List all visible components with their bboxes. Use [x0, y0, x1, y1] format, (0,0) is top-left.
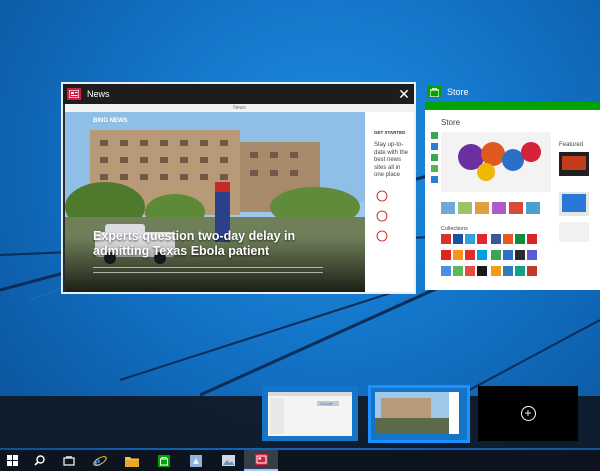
store-hero-banner: [441, 132, 551, 192]
taskbar: e: [0, 450, 600, 471]
desktop-1-preview: Google: [262, 386, 358, 441]
close-icon: ✕: [398, 85, 410, 102]
store-featured-tiles: [559, 152, 589, 242]
news-side-option-icons: [376, 190, 388, 255]
store-collections-label: Collections: [441, 226, 468, 232]
app-button-1[interactable]: [180, 450, 212, 471]
store-icon: [427, 86, 441, 98]
news-brand-label: BING NEWS: [93, 118, 128, 124]
news-hero-photo: [65, 112, 365, 292]
app-button-2[interactable]: [212, 450, 244, 471]
store-top-nav: [425, 102, 600, 110]
news-side-heading: GET STARTED: [374, 130, 406, 135]
news-button[interactable]: [244, 450, 278, 471]
store-collection-tiles: [441, 234, 537, 276]
store-page-title: Store: [441, 118, 461, 127]
store-window-thumbnail: Store Featured Collections: [425, 102, 600, 290]
news-side-panel: GET STARTED Stay up-to-date with the bes…: [370, 112, 414, 292]
task-view-icon: [63, 455, 75, 466]
news-article-summary: [93, 267, 323, 273]
news-window-title: News: [87, 89, 110, 99]
store-icon: [158, 454, 170, 467]
news-article-headline[interactable]: Experts question two-day delay in admitt…: [93, 229, 333, 259]
news-window-thumbnail: News BING NEWS Experts question two-day …: [65, 104, 414, 292]
store-game-tiles: [441, 202, 551, 225]
desktop-2-thumbnail[interactable]: [368, 385, 470, 443]
folder-icon: [125, 456, 139, 467]
search-icon: [33, 455, 45, 466]
news-icon: [67, 88, 81, 100]
internet-explorer-button[interactable]: e: [84, 450, 116, 471]
news-side-text: Stay up-to-date with the best news sites…: [374, 142, 409, 178]
desktop-2-preview: [371, 388, 467, 440]
desktop-1-thumbnail[interactable]: Google: [262, 386, 358, 441]
store-window-header: Store: [423, 82, 600, 102]
store-left-icons: [431, 132, 441, 197]
news-inner-titlebar: News: [65, 104, 414, 112]
app-tile-icon: [190, 454, 202, 467]
start-button[interactable]: [0, 450, 24, 471]
store-window-card[interactable]: Store Store Featured Collections: [423, 82, 600, 294]
close-window-button[interactable]: ✕: [394, 84, 414, 104]
search-button[interactable]: [24, 450, 54, 471]
news-window-header: News: [63, 84, 414, 104]
windows-logo-icon: [6, 455, 18, 466]
store-button[interactable]: [148, 450, 180, 471]
photos-icon: [221, 455, 235, 466]
add-icon: +: [520, 406, 536, 421]
internet-explorer-icon: e: [93, 455, 107, 468]
news-icon: [254, 454, 268, 465]
task-view-button[interactable]: [54, 450, 84, 471]
file-explorer-button[interactable]: [116, 450, 148, 471]
new-desktop-button[interactable]: +: [478, 386, 578, 441]
store-featured-label: Featured: [559, 142, 584, 148]
news-window-card[interactable]: News ✕ News BING NEWS Experts question t…: [61, 82, 416, 294]
svg-text:Google: Google: [320, 401, 334, 406]
store-window-title: Store: [447, 87, 469, 97]
